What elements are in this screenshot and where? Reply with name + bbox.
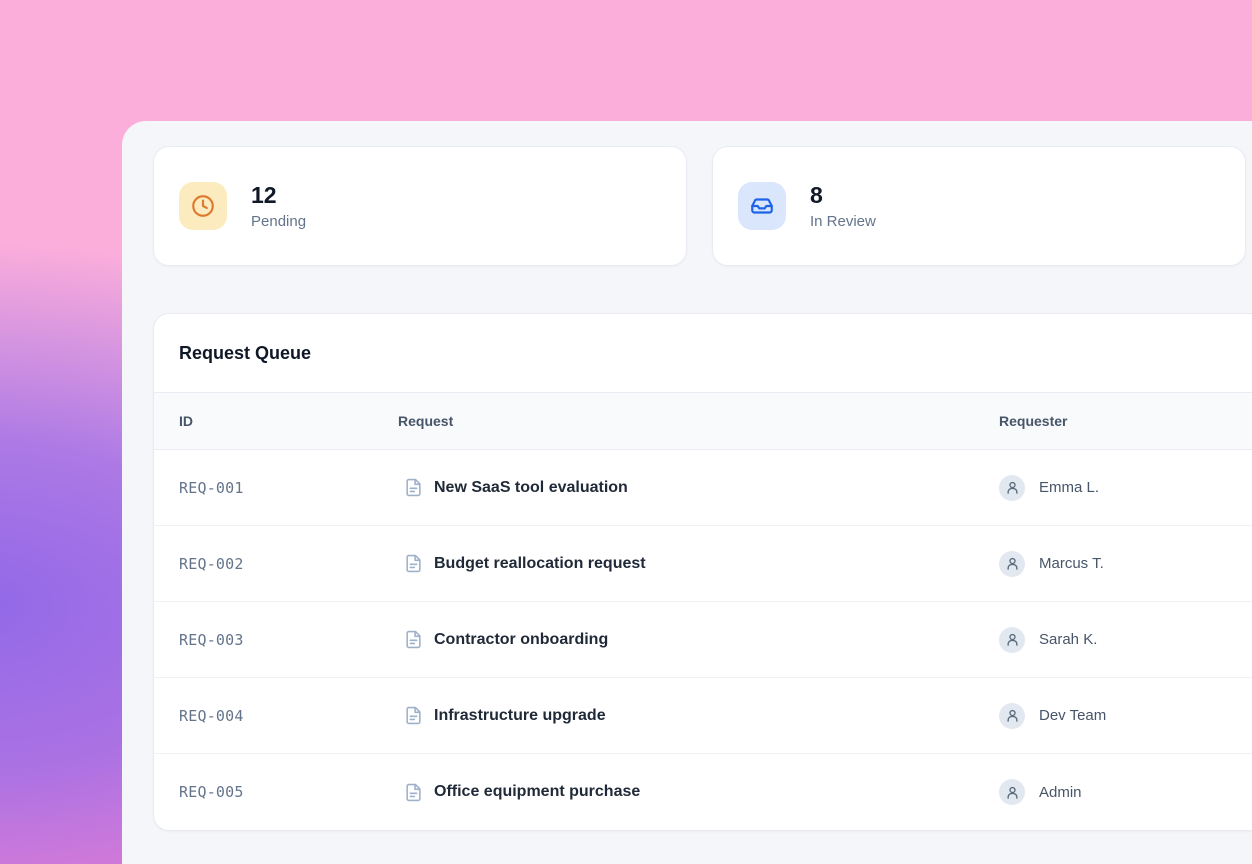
request-cell: New SaaS tool evaluation [398, 478, 999, 497]
document-icon [404, 706, 423, 725]
avatar [999, 551, 1025, 577]
requester-name: Sarah K. [1039, 631, 1097, 648]
requester-cell: Sarah K. [999, 627, 1252, 653]
request-cell: Office equipment purchase [398, 783, 999, 802]
inbox-icon [738, 182, 786, 230]
request-id: REQ-005 [179, 783, 398, 801]
request-id: REQ-003 [179, 631, 398, 649]
table-row[interactable]: REQ-004 Infrastructure upgrade Dev Team [154, 678, 1252, 754]
pending-count: 12 [251, 182, 306, 210]
document-icon [404, 630, 423, 649]
table-row[interactable]: REQ-005 Office equipment purchase Admin [154, 754, 1252, 830]
stat-text: 12 Pending [251, 182, 306, 230]
request-queue-card: Request Queue ID Request Requester REQ-0… [153, 313, 1252, 831]
stats-row: 12 Pending 8 In Review [153, 146, 1252, 266]
requester-name: Admin [1039, 784, 1082, 801]
requester-cell: Emma L. [999, 475, 1252, 501]
avatar [999, 703, 1025, 729]
request-title: Office equipment purchase [434, 783, 640, 801]
request-id: REQ-001 [179, 479, 398, 497]
avatar [999, 627, 1025, 653]
request-title: Infrastructure upgrade [434, 707, 606, 725]
column-header-id: ID [179, 413, 398, 429]
request-cell: Infrastructure upgrade [398, 706, 999, 725]
table-row[interactable]: REQ-002 Budget reallocation request Marc… [154, 526, 1252, 602]
requester-cell: Admin [999, 779, 1252, 805]
table-row[interactable]: REQ-001 New SaaS tool evaluation Emma L. [154, 450, 1252, 526]
request-id: REQ-004 [179, 707, 398, 725]
table-row[interactable]: REQ-003 Contractor onboarding Sarah K. [154, 602, 1252, 678]
table-title: Request Queue [154, 314, 1252, 393]
requester-name: Dev Team [1039, 707, 1106, 724]
column-header-request: Request [398, 413, 999, 429]
table-header-row: ID Request Requester [154, 393, 1252, 450]
in-review-count: 8 [810, 182, 876, 210]
page-background: 12 Pending 8 In Review Request Queue [0, 0, 1252, 864]
column-header-requester: Requester [999, 413, 1252, 429]
table-body: REQ-001 New SaaS tool evaluation Emma L. [154, 450, 1252, 830]
clock-icon [179, 182, 227, 230]
request-title: New SaaS tool evaluation [434, 479, 628, 497]
requester-cell: Marcus T. [999, 551, 1252, 577]
request-title: Contractor onboarding [434, 631, 608, 649]
avatar [999, 475, 1025, 501]
stat-card-pending: 12 Pending [153, 146, 687, 266]
pending-label: Pending [251, 213, 306, 230]
in-review-label: In Review [810, 213, 876, 230]
request-id: REQ-002 [179, 555, 398, 573]
request-cell: Budget reallocation request [398, 554, 999, 573]
avatar [999, 779, 1025, 805]
stat-card-in-review: 8 In Review [712, 146, 1246, 266]
main-panel: 12 Pending 8 In Review Request Queue [122, 121, 1252, 864]
stat-text: 8 In Review [810, 182, 876, 230]
document-icon [404, 478, 423, 497]
requester-cell: Dev Team [999, 703, 1252, 729]
document-icon [404, 554, 423, 573]
document-icon [404, 783, 423, 802]
request-title: Budget reallocation request [434, 555, 646, 573]
requester-name: Marcus T. [1039, 555, 1104, 572]
request-cell: Contractor onboarding [398, 630, 999, 649]
requester-name: Emma L. [1039, 479, 1099, 496]
